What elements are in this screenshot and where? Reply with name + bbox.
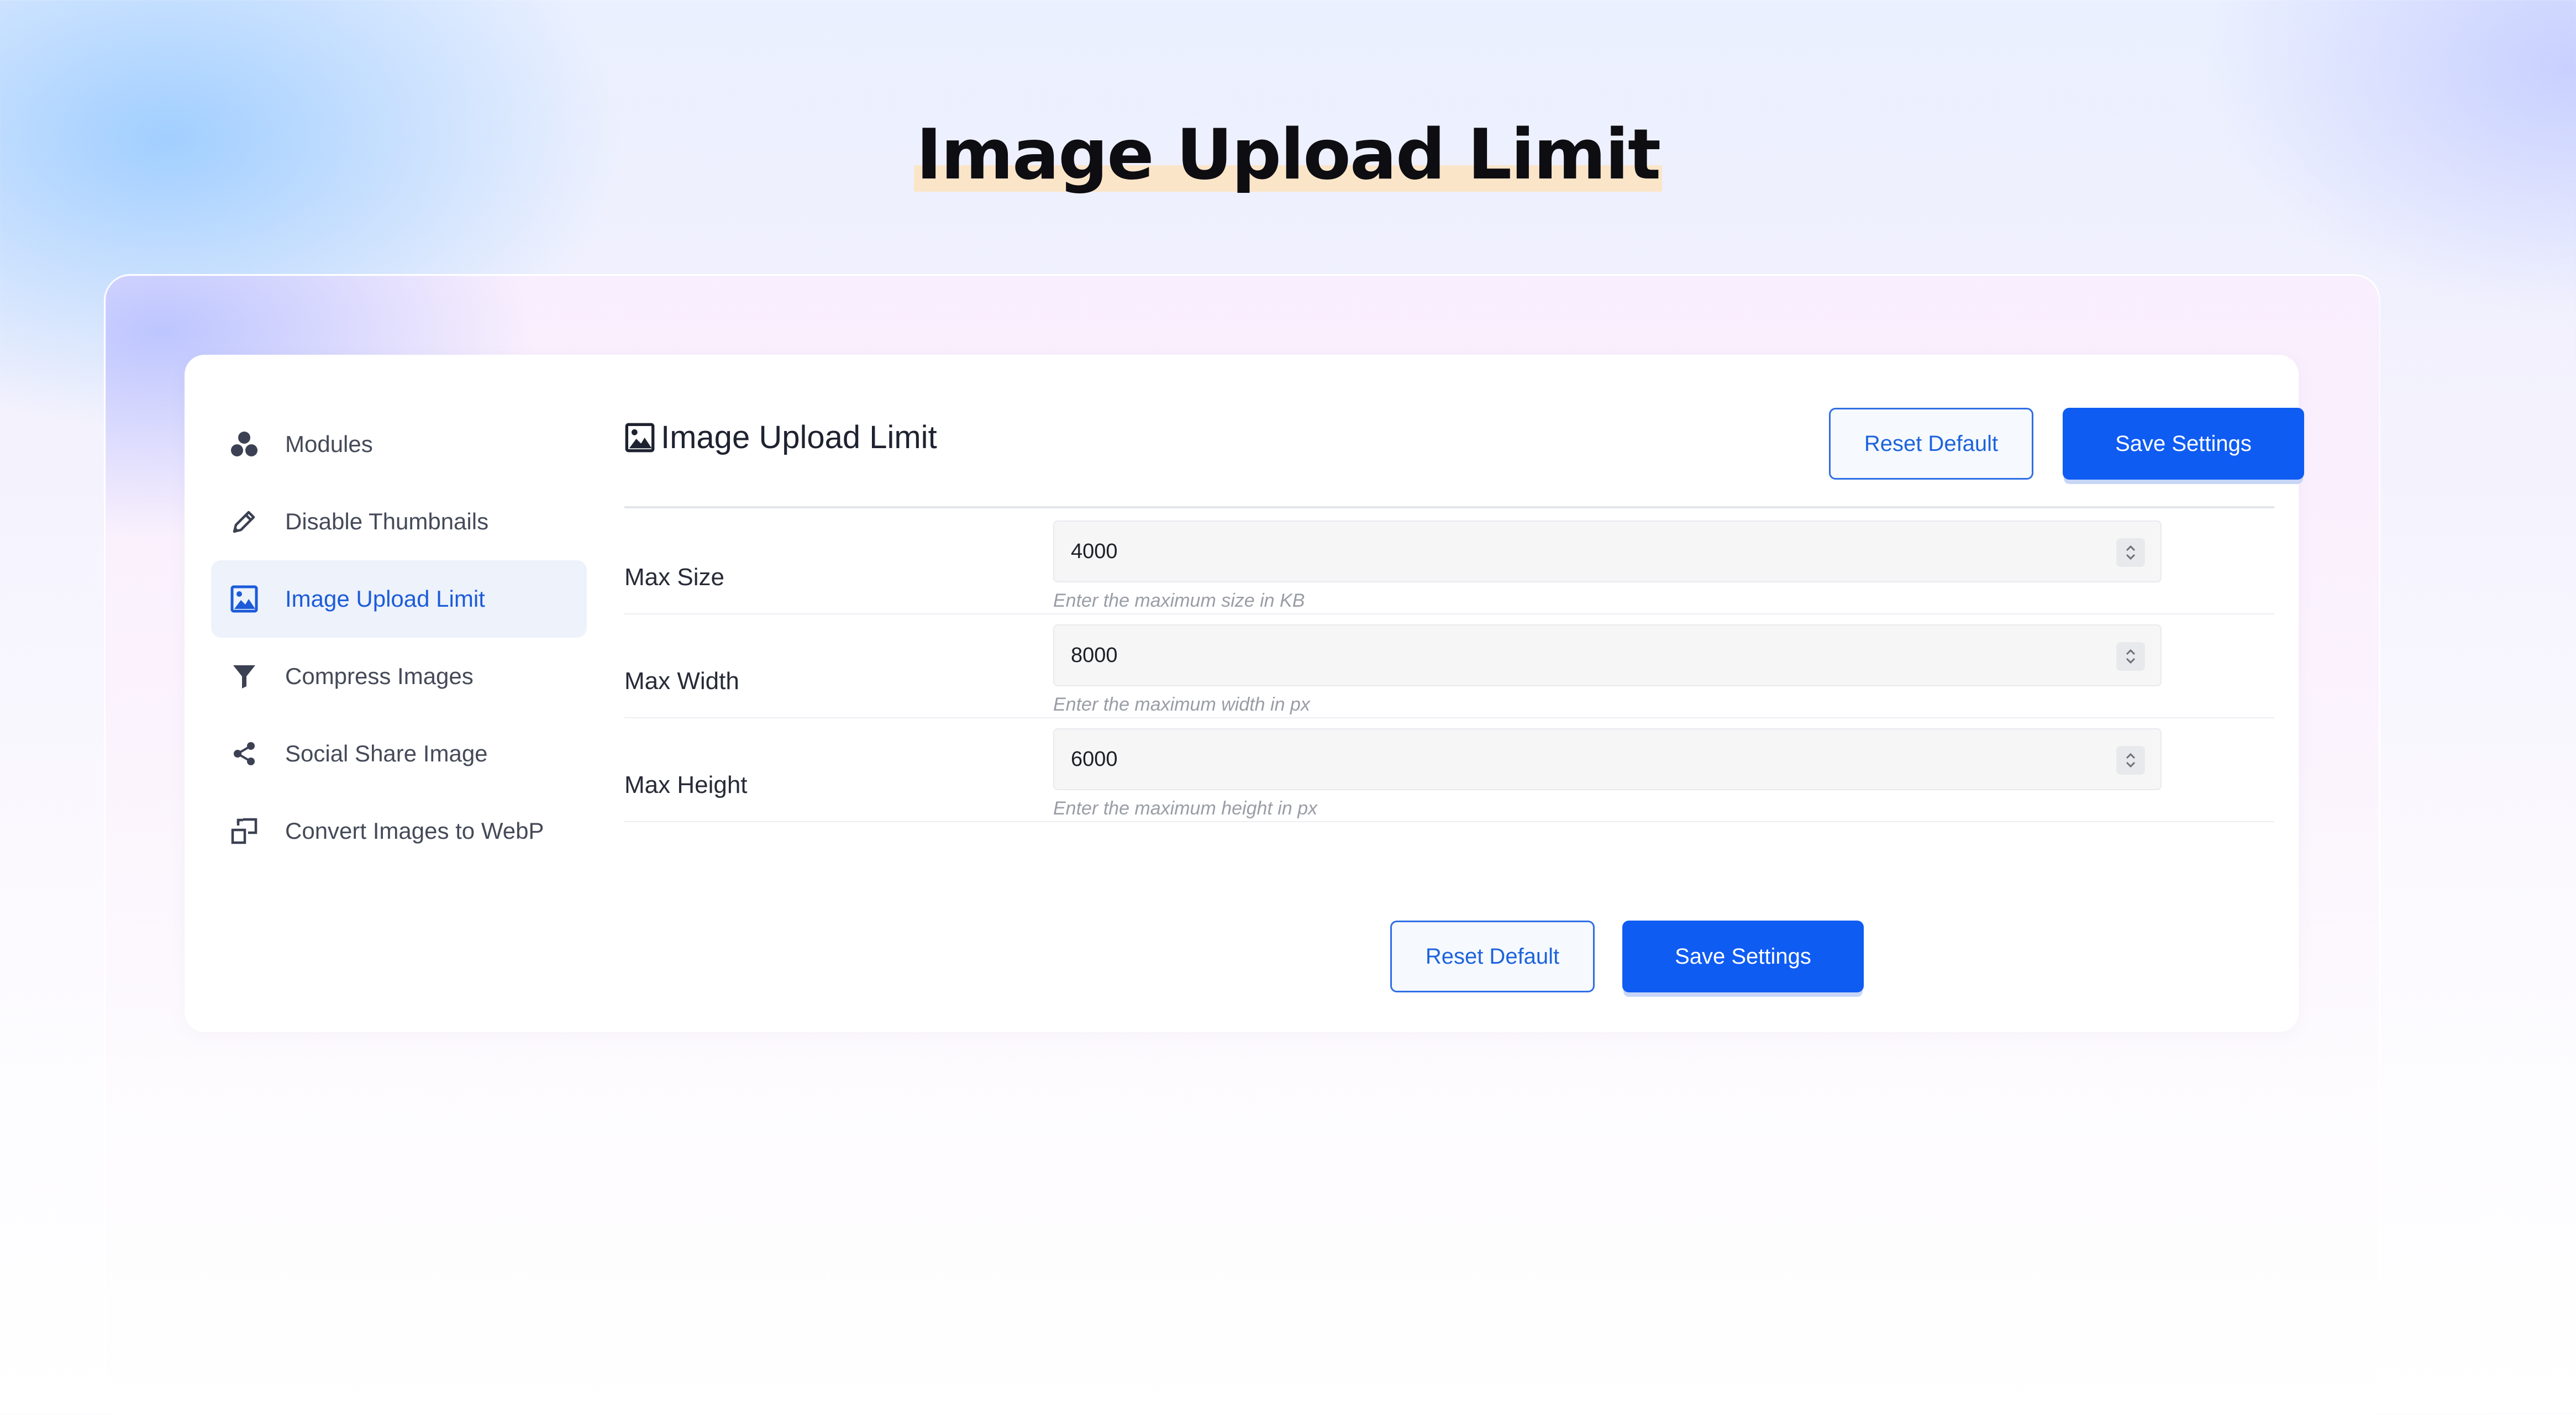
field-row-max-size: Max Size 4000 Enter the maximum size in … [624, 509, 2274, 614]
sidebar-item-convert-webp[interactable]: Convert Images to WebP [211, 792, 587, 870]
max-size-stepper[interactable] [2116, 538, 2145, 567]
sidebar-item-social-share-image[interactable]: Social Share Image [211, 715, 587, 792]
hero-title-wrap: Image Upload Limit [0, 111, 2576, 199]
reset-default-button[interactable]: Reset Default [1829, 408, 2033, 480]
max-size-label: Max Size [624, 564, 724, 591]
page-title: Image Upload Limit [624, 419, 937, 456]
max-width-hint: Enter the maximum width in px [1053, 694, 1310, 715]
max-height-stepper[interactable] [2116, 746, 2145, 775]
sidebar-item-label: Disable Thumbnails [285, 508, 489, 534]
header-divider [624, 506, 2274, 508]
footer-reset-default-button[interactable]: Reset Default [1390, 921, 1595, 992]
sidebar-item-label: Convert Images to WebP [285, 818, 544, 844]
field-row-max-height: Max Height 6000 Enter the maximum height… [624, 717, 2274, 822]
stepper-icon [2126, 753, 2136, 768]
funnel-icon [228, 660, 261, 693]
page-title-text: Image Upload Limit [661, 419, 937, 455]
image-icon [228, 582, 261, 616]
save-settings-button[interactable]: Save Settings [2063, 408, 2304, 480]
stepper-icon [2126, 649, 2136, 664]
sidebar-item-disable-thumbnails[interactable]: Disable Thumbnails [211, 483, 587, 560]
max-size-value[interactable]: 4000 [1071, 522, 1118, 581]
max-width-input[interactable]: 8000 [1053, 624, 2162, 686]
max-width-value[interactable]: 8000 [1071, 625, 1118, 685]
sidebar-item-label: Social Share Image [285, 740, 488, 766]
max-height-hint: Enter the maximum height in px [1053, 798, 1318, 819]
sidebar-item-label: Modules [285, 431, 373, 457]
settings-panel: Modules Disable Thumbnails Image Upload … [185, 355, 2304, 1032]
stepper-icon [2126, 545, 2136, 560]
max-width-stepper[interactable] [2116, 642, 2145, 671]
sidebar-item-image-upload-limit[interactable]: Image Upload Limit [211, 560, 587, 638]
sidebar: Modules Disable Thumbnails Image Upload … [211, 406, 587, 870]
max-size-hint: Enter the maximum size in KB [1053, 590, 1305, 611]
share-icon [228, 737, 261, 770]
max-width-label: Max Width [624, 667, 739, 695]
hero-title: Image Upload Limit [913, 111, 1663, 199]
content-header: Image Upload Limit Reset Default Save Se… [624, 408, 2304, 485]
convert-icon [228, 814, 261, 848]
sidebar-item-modules[interactable]: Modules [211, 406, 587, 483]
max-height-value[interactable]: 6000 [1071, 729, 1118, 789]
max-height-label: Max Height [624, 771, 748, 798]
sidebar-item-label: Image Upload Limit [285, 586, 485, 612]
footer-save-settings-button[interactable]: Save Settings [1622, 921, 1864, 992]
image-icon [624, 422, 655, 453]
max-height-input[interactable]: 6000 [1053, 728, 2162, 790]
sidebar-item-compress-images[interactable]: Compress Images [211, 638, 587, 715]
sidebar-item-label: Compress Images [285, 663, 474, 689]
modules-icon [228, 428, 261, 461]
pencil-icon [228, 505, 261, 538]
field-row-max-width: Max Width 8000 Enter the maximum width i… [624, 613, 2274, 718]
max-size-input[interactable]: 4000 [1053, 521, 2162, 582]
